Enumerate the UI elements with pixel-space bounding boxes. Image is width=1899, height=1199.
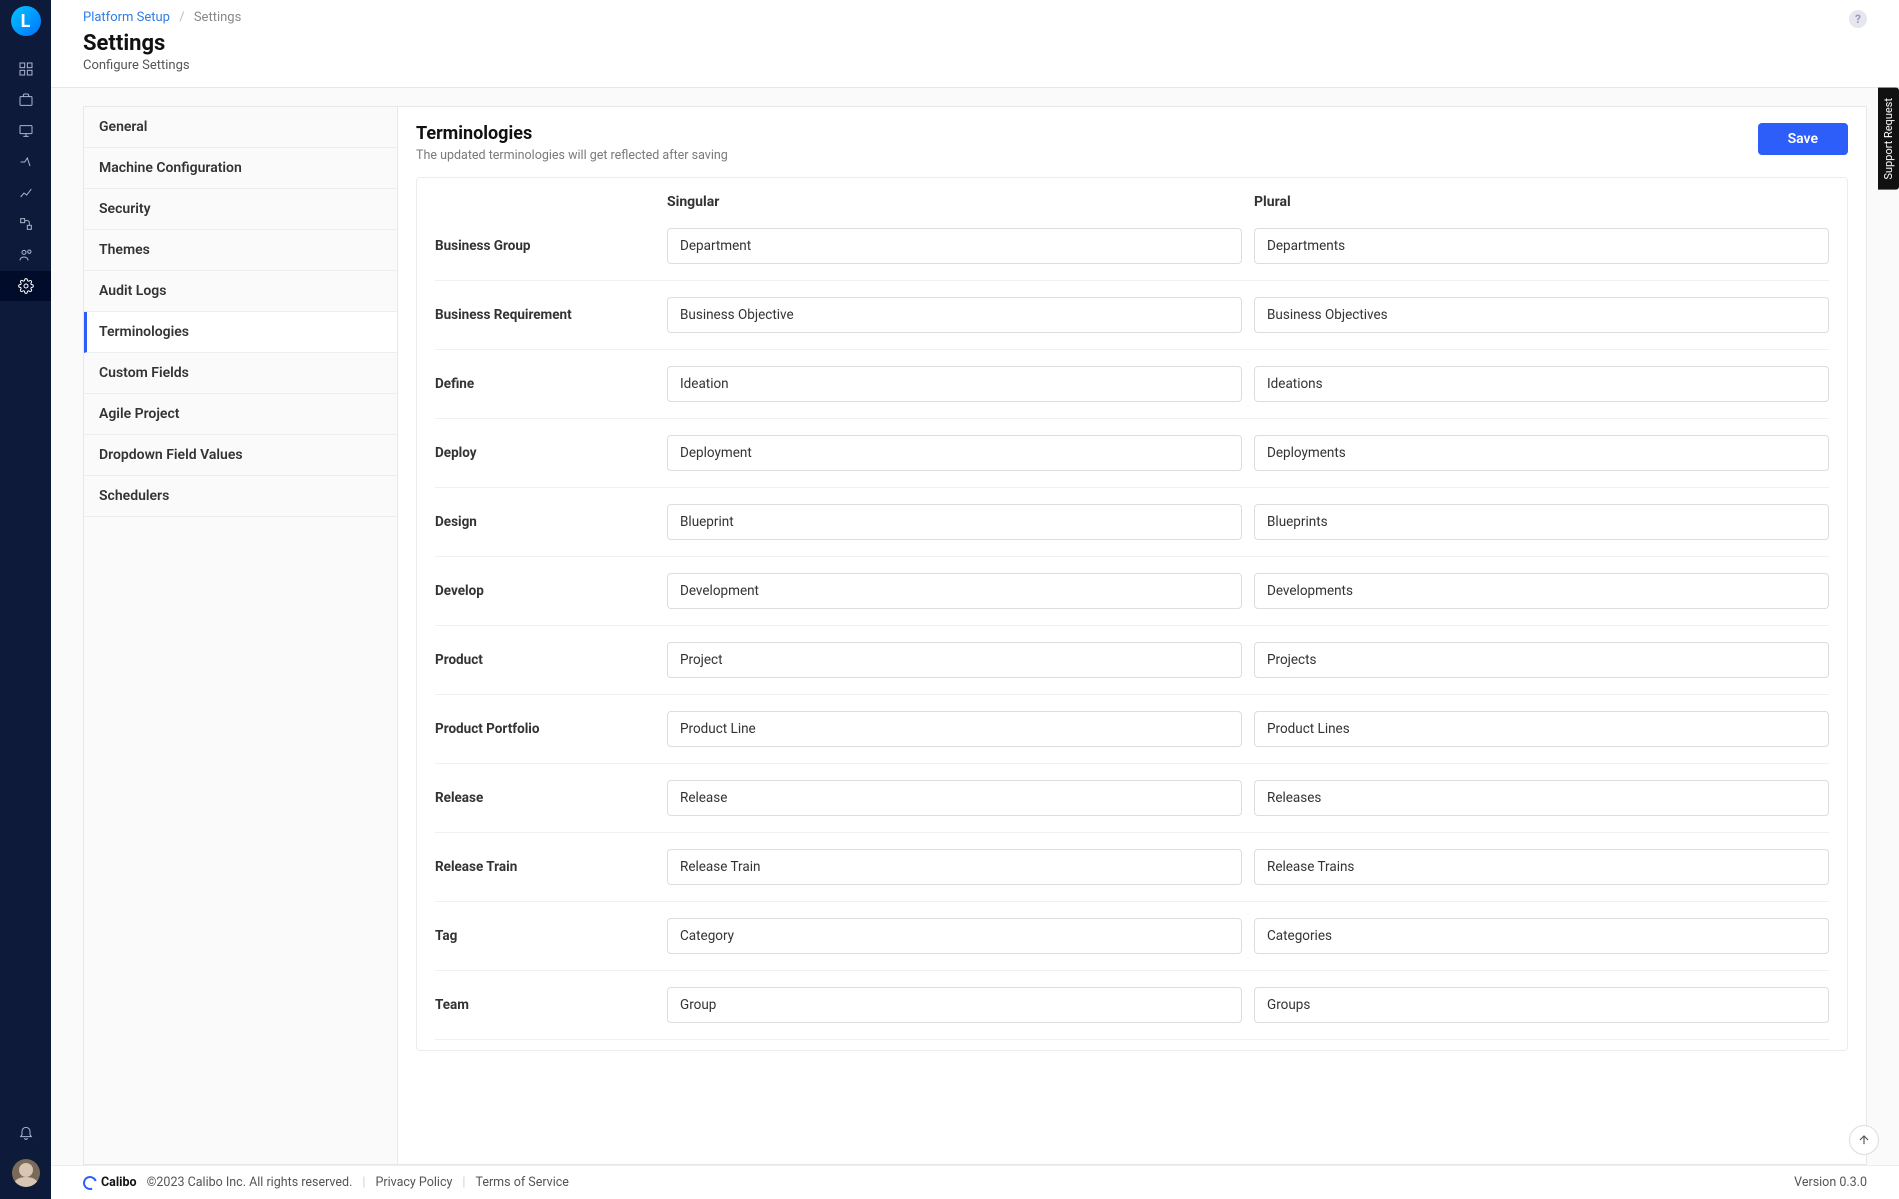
term-singular-input[interactable] [667,435,1242,471]
term-label: Team [435,997,655,1013]
footer-version: Version 0.3.0 [1794,1175,1867,1190]
rail-item-notifications[interactable] [0,1117,51,1147]
settings-nav: GeneralMachine ConfigurationSecurityThem… [83,106,398,1165]
term-label: Release Train [435,859,655,875]
help-icon[interactable]: ? [1849,10,1867,28]
term-singular-input[interactable] [667,849,1242,885]
term-plural-input[interactable] [1254,435,1829,471]
bell-icon [18,1124,34,1140]
rail-item-dashboard[interactable] [0,54,51,84]
term-label: Define [435,376,655,392]
term-plural-input[interactable] [1254,573,1829,609]
term-plural-input[interactable] [1254,849,1829,885]
col-plural-header: Plural [1254,194,1829,216]
monitor-icon [18,123,34,139]
rail-item-settings[interactable] [0,271,51,301]
app-logo[interactable]: L [11,6,41,36]
term-singular-input[interactable] [667,573,1242,609]
term-plural-input[interactable] [1254,297,1829,333]
footer-copyright: ©2023 Calibo Inc. All rights reserved. [147,1175,353,1190]
breadcrumb-root[interactable]: Platform Setup [83,10,170,25]
term-singular-input[interactable] [667,780,1242,816]
settings-nav-item[interactable]: Security [84,189,397,230]
term-singular-input[interactable] [667,711,1242,747]
col-singular-header: Singular [667,194,1242,216]
gear-icon [18,278,34,294]
save-button[interactable]: Save [1758,123,1848,155]
term-singular-input[interactable] [667,297,1242,333]
term-label: Develop [435,583,655,599]
settings-panel: Terminologies The updated terminologies … [398,106,1867,1165]
grid-icon [18,61,34,77]
flow-icon [18,154,34,170]
user-avatar[interactable] [12,1159,40,1187]
term-label: Product Portfolio [435,721,655,737]
term-singular-input[interactable] [667,987,1242,1023]
term-plural-input[interactable] [1254,642,1829,678]
term-plural-input[interactable] [1254,780,1829,816]
support-request-tab[interactable]: Support Request [1878,88,1899,190]
page-header: Platform Setup / Settings Settings Confi… [51,0,1899,88]
settings-nav-item[interactable]: Schedulers [84,476,397,517]
term-label: Release [435,790,655,806]
rail-item-analytics[interactable] [0,178,51,208]
rail-item-flow[interactable] [0,147,51,177]
arrow-up-icon [1857,1133,1871,1147]
breadcrumb: Platform Setup / Settings [83,10,241,25]
left-nav-rail: L [0,0,51,1199]
term-plural-input[interactable] [1254,918,1829,954]
panel-title: Terminologies [416,123,728,144]
page-title: Settings [83,31,241,56]
term-label: Tag [435,928,655,944]
term-singular-input[interactable] [667,504,1242,540]
settings-nav-item[interactable]: Dropdown Field Values [84,435,397,476]
pipeline-icon [18,216,34,232]
term-singular-input[interactable] [667,918,1242,954]
rail-item-monitor[interactable] [0,116,51,146]
term-label: Business Group [435,238,655,254]
footer-privacy-link[interactable]: Privacy Policy [375,1175,452,1190]
term-plural-input[interactable] [1254,504,1829,540]
term-singular-input[interactable] [667,366,1242,402]
term-singular-input[interactable] [667,642,1242,678]
footer: Calibo ©2023 Calibo Inc. All rights rese… [51,1165,1899,1199]
page-subtitle: Configure Settings [83,58,241,73]
calibo-c-icon [81,1173,100,1192]
term-plural-input[interactable] [1254,987,1829,1023]
footer-brand-logo: Calibo [83,1175,137,1190]
analytics-icon [18,185,34,201]
users-icon [18,247,34,263]
rail-item-users[interactable] [0,240,51,270]
breadcrumb-current: Settings [194,10,241,25]
briefcase-icon [18,92,34,108]
term-plural-input[interactable] [1254,711,1829,747]
settings-nav-item[interactable]: Audit Logs [84,271,397,312]
panel-subtitle: The updated terminologies will get refle… [416,148,728,163]
settings-nav-item[interactable]: Terminologies [84,312,397,353]
settings-nav-item[interactable]: General [84,107,397,148]
settings-nav-item[interactable]: Custom Fields [84,353,397,394]
term-label: Business Requirement [435,307,655,323]
term-label: Deploy [435,445,655,461]
rail-item-pipeline[interactable] [0,209,51,239]
scroll-to-top-button[interactable] [1849,1125,1879,1155]
term-label: Product [435,652,655,668]
settings-nav-item[interactable]: Agile Project [84,394,397,435]
term-plural-input[interactable] [1254,366,1829,402]
term-singular-input[interactable] [667,228,1242,264]
footer-terms-link[interactable]: Terms of Service [475,1175,568,1190]
settings-nav-item[interactable]: Machine Configuration [84,148,397,189]
term-plural-input[interactable] [1254,228,1829,264]
rail-item-briefcase[interactable] [0,85,51,115]
term-label: Design [435,514,655,530]
settings-nav-item[interactable]: Themes [84,230,397,271]
